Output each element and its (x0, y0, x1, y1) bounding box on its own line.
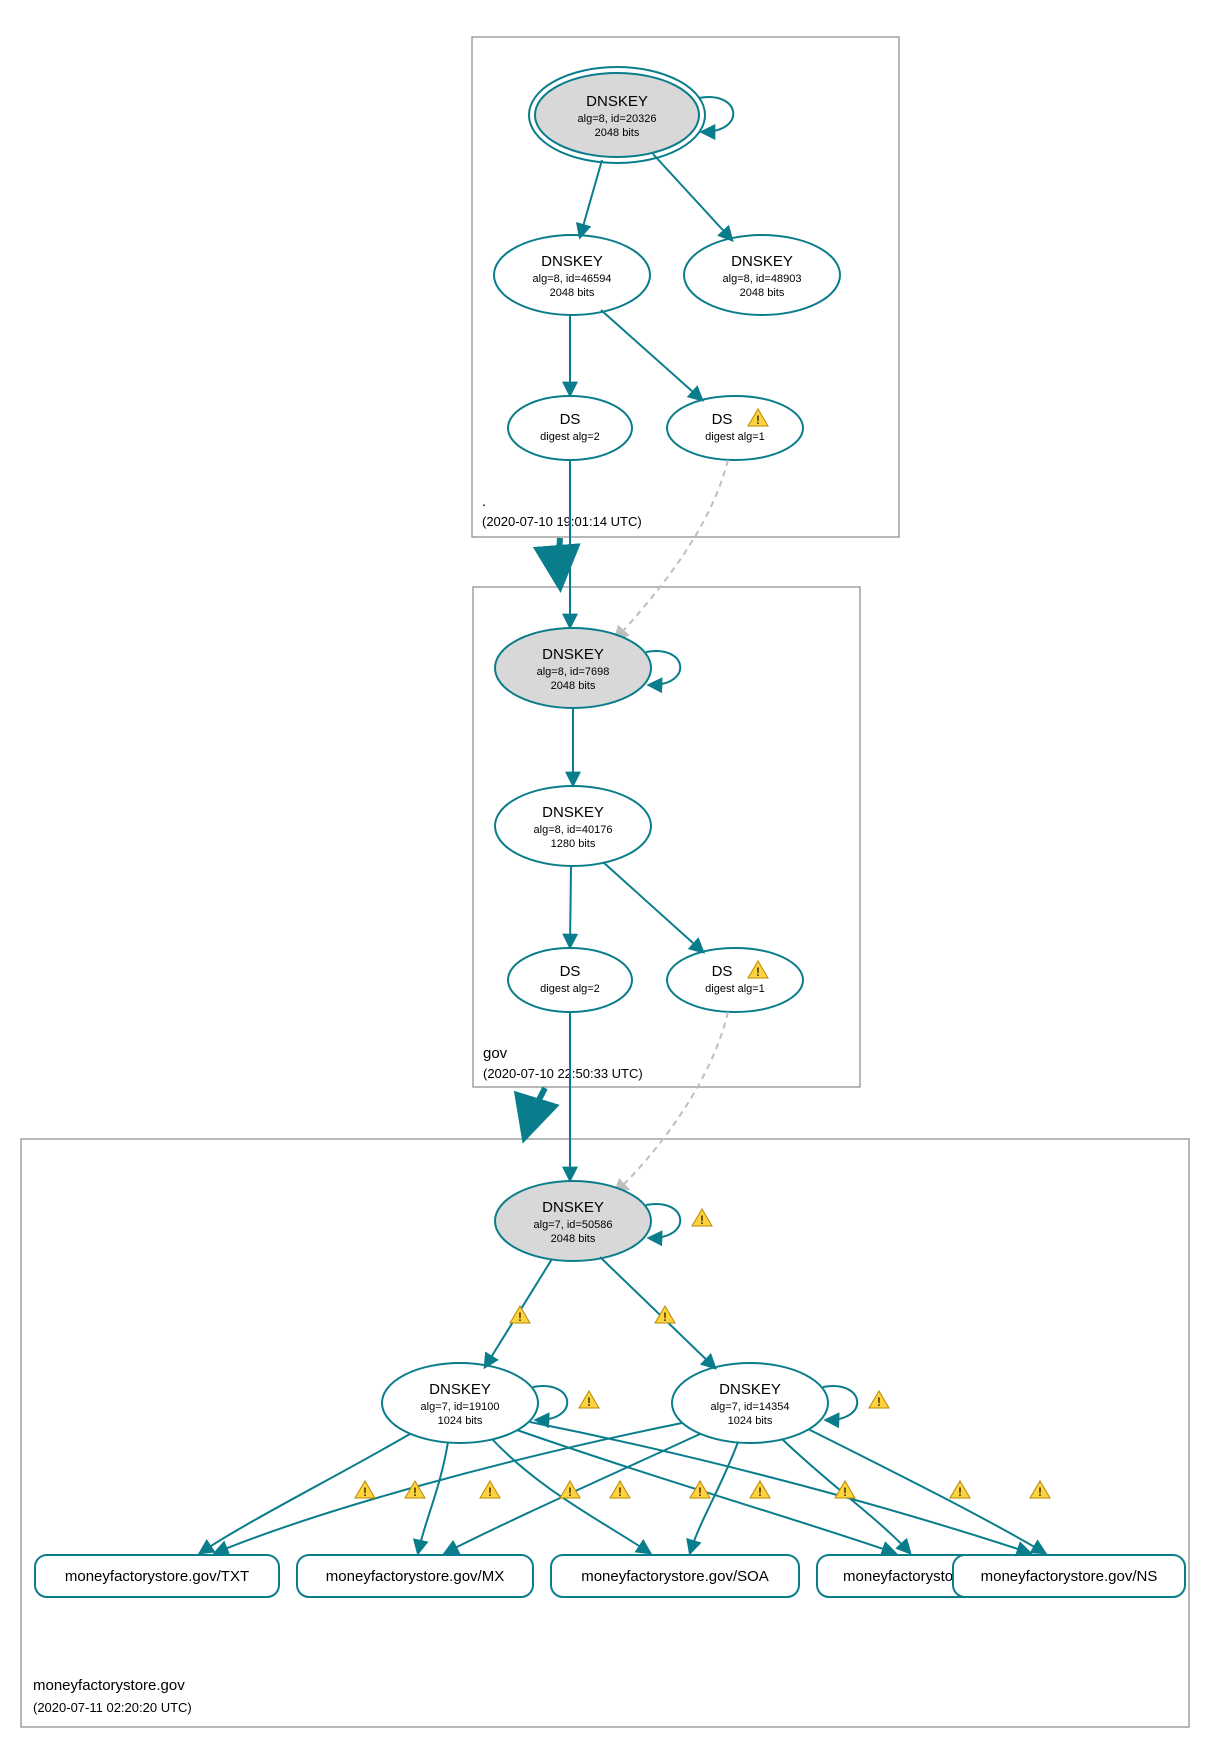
warning-icon (950, 1481, 970, 1499)
svg-text:digest alg=2: digest alg=2 (540, 431, 600, 443)
svg-text:alg=8, id=7698: alg=8, id=7698 (537, 666, 610, 678)
warning-icon (655, 1306, 675, 1324)
svg-text:DNSKEY: DNSKEY (542, 646, 604, 663)
svg-text:2048 bits: 2048 bits (551, 1233, 596, 1245)
svg-text:alg=8, id=48903: alg=8, id=48903 (723, 273, 802, 285)
node-rr-ns: moneyfactorystore.gov/NS (953, 1555, 1185, 1597)
svg-text:DS: DS (560, 963, 581, 980)
svg-text:moneyfactorystore.gov/SOA: moneyfactorystore.gov/SOA (581, 1568, 769, 1585)
warning-icon (1030, 1481, 1050, 1499)
edge-root-ksk-to-zsk2 (653, 154, 732, 240)
edge-gov-zsk-to-ds2 (570, 866, 571, 947)
node-mfs-zsk2: DNSKEY alg=7, id=14354 1024 bits (672, 1363, 828, 1443)
node-gov-ds2: DS digest alg=2 (508, 948, 632, 1012)
svg-text:DNSKEY: DNSKEY (731, 253, 793, 270)
node-root-ds2: DS digest alg=2 (508, 396, 632, 460)
svg-text:DS: DS (712, 411, 733, 428)
svg-text:2048 bits: 2048 bits (551, 680, 596, 692)
zone-root-timestamp: (2020-07-10 19:01:14 UTC) (482, 514, 642, 529)
dnssec-diagram: ! . (2020-07-10 19:01:14 UTC) gov (2020-… (0, 0, 1208, 1762)
svg-text:digest alg=1: digest alg=1 (705, 983, 765, 995)
zone-root-title: . (482, 493, 486, 510)
warning-icon (835, 1481, 855, 1499)
warning-icon (750, 1481, 770, 1499)
edge-gov-zsk-to-ds1 (603, 862, 703, 952)
svg-text:2048 bits: 2048 bits (740, 287, 785, 299)
node-gov-ksk: DNSKEY alg=8, id=7698 2048 bits (495, 628, 651, 708)
edge-gov-ds1-to-mfs-ksk (615, 1012, 728, 1193)
edge-zsk1-ns (530, 1422, 1030, 1553)
edge-root-zsk1-to-ds1 (601, 310, 702, 400)
node-rr-mx: moneyfactorystore.gov/MX (297, 1555, 533, 1597)
node-root-ksk: DNSKEY alg=8, id=20326 2048 bits (529, 67, 705, 163)
svg-text:DNSKEY: DNSKEY (429, 1381, 491, 1398)
node-mfs-zsk1: DNSKEY alg=7, id=19100 1024 bits (382, 1363, 538, 1443)
node-gov-zsk: DNSKEY alg=8, id=40176 1280 bits (495, 786, 651, 866)
zone-gov-timestamp: (2020-07-10 22:50:33 UTC) (483, 1066, 643, 1081)
svg-text:DNSKEY: DNSKEY (586, 93, 648, 110)
edge-root-ds1-to-gov-ksk (615, 460, 728, 640)
edge-zone-gov-to-mfs (525, 1088, 545, 1136)
node-root-ds1: DS digest alg=1 (667, 396, 803, 460)
node-gov-ds1: DS digest alg=1 (667, 948, 803, 1012)
svg-text:DNSKEY: DNSKEY (541, 253, 603, 270)
svg-text:alg=8, id=40176: alg=8, id=40176 (534, 824, 613, 836)
svg-text:1024 bits: 1024 bits (728, 1415, 773, 1427)
svg-text:digest alg=1: digest alg=1 (705, 431, 765, 443)
edge-zsk1-txt (200, 1434, 410, 1553)
warning-icon (610, 1481, 630, 1499)
svg-text:1280 bits: 1280 bits (551, 838, 596, 850)
edge-mfs-ksk-to-zsk2 (600, 1257, 715, 1368)
warning-icon (690, 1481, 710, 1499)
svg-text:moneyfactorystore.gov/TXT: moneyfactorystore.gov/TXT (65, 1568, 249, 1585)
zone-mfs-timestamp: (2020-07-11 02:20:20 UTC) (33, 1700, 192, 1715)
svg-text:alg=8, id=46594: alg=8, id=46594 (533, 273, 612, 285)
svg-text:2048 bits: 2048 bits (595, 127, 640, 139)
node-rr-soa: moneyfactorystore.gov/SOA (551, 1555, 799, 1597)
warning-icon (510, 1306, 530, 1324)
svg-text:1024 bits: 1024 bits (438, 1415, 483, 1427)
node-mfs-ksk: DNSKEY alg=7, id=50586 2048 bits (495, 1181, 651, 1261)
svg-text:alg=8, id=20326: alg=8, id=20326 (578, 113, 657, 125)
node-root-zsk1: DNSKEY alg=8, id=46594 2048 bits (494, 235, 650, 315)
warning-icon (579, 1391, 599, 1409)
warning-icon (869, 1391, 889, 1409)
warning-icon (692, 1209, 712, 1227)
svg-text:moneyfactorystore.gov/MX: moneyfactorystore.gov/MX (326, 1568, 504, 1585)
edge-zone-root-to-gov (559, 538, 560, 585)
svg-text:alg=7, id=19100: alg=7, id=19100 (421, 1401, 500, 1413)
svg-text:DS: DS (712, 963, 733, 980)
zone-mfs-title: moneyfactorystore.gov (33, 1677, 185, 1694)
svg-text:2048 bits: 2048 bits (550, 287, 595, 299)
svg-text:DNSKEY: DNSKEY (542, 804, 604, 821)
svg-text:digest alg=2: digest alg=2 (540, 983, 600, 995)
svg-text:DNSKEY: DNSKEY (542, 1199, 604, 1216)
node-root-zsk2: DNSKEY alg=8, id=48903 2048 bits (684, 235, 840, 315)
svg-text:alg=7, id=14354: alg=7, id=14354 (711, 1401, 790, 1413)
zone-gov-title: gov (483, 1045, 508, 1062)
svg-text:DNSKEY: DNSKEY (719, 1381, 781, 1398)
node-rr-txt: moneyfactorystore.gov/TXT (35, 1555, 279, 1597)
svg-text:moneyfactorystore.gov/NS: moneyfactorystore.gov/NS (981, 1568, 1158, 1585)
warning-icon (480, 1481, 500, 1499)
svg-text:alg=7, id=50586: alg=7, id=50586 (534, 1219, 613, 1231)
svg-text:DS: DS (560, 411, 581, 428)
edge-root-ksk-to-zsk1 (580, 160, 602, 237)
warning-icon (355, 1481, 375, 1499)
